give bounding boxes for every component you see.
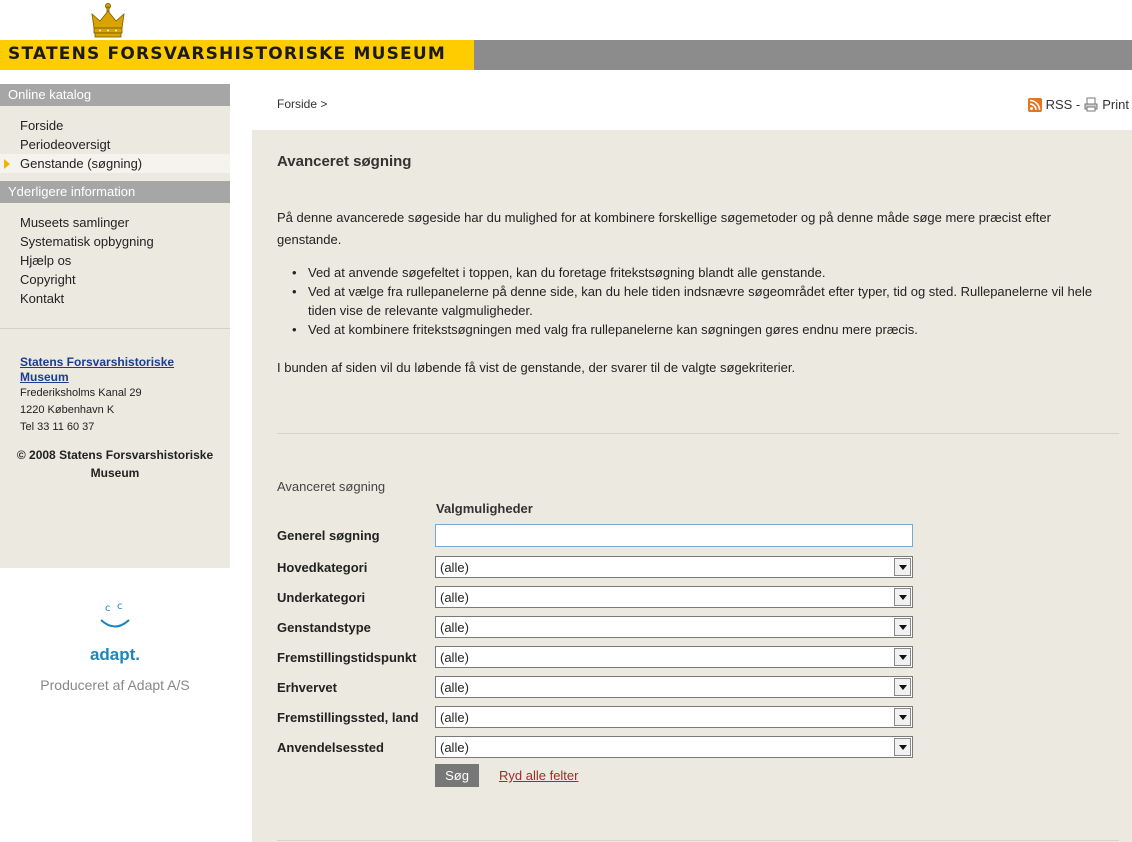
main-content: Avanceret søgning På denne avancerede sø… (252, 130, 1132, 842)
erhvervet-select[interactable]: (alle) (435, 676, 913, 698)
sidebar-item-museets-samlinger[interactable]: Museets samlinger (0, 213, 230, 232)
genstandstype-label: Genstandstype (277, 620, 371, 635)
chevron-down-icon[interactable] (894, 558, 911, 576)
anvendelsessted-select[interactable]: (alle) (435, 736, 913, 758)
select-value: (alle) (440, 680, 469, 695)
underkategori-select[interactable]: (alle) (435, 586, 913, 608)
sidebar: Online katalog Forside Periodeoversigt G… (0, 84, 230, 568)
toolbar: RSS - Print (1027, 97, 1129, 112)
bottom-note: I bunden af siden vil du løbende få vist… (277, 360, 796, 375)
page-title: Avanceret søgning (277, 153, 412, 170)
sidebar-item-genstande[interactable]: Genstande (søgning) (0, 154, 230, 173)
chevron-down-icon[interactable] (894, 648, 911, 666)
help-bullet: Ved at kombinere fritekstsøgningen med v… (292, 320, 1112, 339)
fremstillingssted-label: Fremstillingssted, land (277, 710, 419, 725)
sidebar-section-online-katalog: Online katalog (0, 84, 230, 106)
generel-soegning-label: Generel søgning (277, 528, 380, 543)
intro-text: På denne avancerede søgeside har du muli… (277, 210, 1051, 247)
sidebar-item-systematisk-opbygning[interactable]: Systematisk opbygning (0, 232, 230, 251)
chevron-down-icon[interactable] (894, 708, 911, 726)
section-divider (277, 840, 1119, 841)
header-banner: STATENS FORSVARSHISTORISKE MUSEUM (0, 40, 1132, 70)
fremstillingstidspunkt-select[interactable]: (alle) (435, 646, 913, 668)
sidebar-list-online-katalog: Forside Periodeoversigt Genstande (søgni… (0, 106, 230, 181)
site-title[interactable]: STATENS FORSVARSHISTORISKE MUSEUM (8, 44, 446, 64)
svg-text:c: c (105, 603, 111, 614)
form-row-fremstillingssted: Fremstillingssted, land (alle) (277, 706, 917, 728)
rss-icon[interactable] (1027, 97, 1042, 112)
chevron-down-icon[interactable] (894, 738, 911, 756)
address-city: 1220 København K (20, 404, 115, 416)
select-value: (alle) (440, 710, 469, 725)
header-banner-yellow: STATENS FORSVARSHISTORISKE MUSEUM (0, 40, 474, 70)
sidebar-item-forside[interactable]: Forside (0, 116, 230, 135)
museum-address: Statens Forsvarshistoriske Museum Freder… (0, 329, 230, 436)
form-row-anvendelsessted: Anvendelsessted (alle) (277, 736, 917, 758)
rss-link[interactable]: RSS - (1046, 97, 1081, 112)
help-bullet: Ved at vælge fra rullepanelerne på denne… (292, 282, 1112, 320)
help-bullet-list: Ved at anvende søgefeltet i toppen, kan … (292, 263, 1112, 339)
copyright-notice: © 2008 Statens Forsvarshistoriske Museum (16, 448, 214, 480)
producer-block: c c adapt. Produceret af Adapt A/S (0, 600, 230, 693)
print-icon[interactable] (1084, 97, 1098, 112)
select-value: (alle) (440, 590, 469, 605)
chevron-down-icon[interactable] (894, 678, 911, 696)
select-value: (alle) (440, 740, 469, 755)
select-value: (alle) (440, 650, 469, 665)
fremstillingssted-select[interactable]: (alle) (435, 706, 913, 728)
select-value: (alle) (440, 560, 469, 575)
breadcrumb[interactable]: Forside > (277, 97, 327, 111)
address-street: Frederiksholms Kanal 29 (20, 387, 142, 399)
chevron-down-icon[interactable] (894, 618, 911, 636)
form-row-hovedkategori: Hovedkategori (alle) (277, 556, 917, 578)
form-row-genstandstype: Genstandstype (alle) (277, 616, 917, 638)
select-value: (alle) (440, 620, 469, 635)
crown-logo-icon (91, 3, 125, 38)
anvendelsessted-label: Anvendelsessted (277, 740, 384, 755)
print-link[interactable]: Print (1102, 97, 1129, 112)
adapt-smiley-icon[interactable]: c c (95, 600, 135, 636)
form-row-underkategori: Underkategori (alle) (277, 586, 917, 608)
form-subtitle: Valgmuligheder (436, 501, 533, 516)
sidebar-list-yderligere-information: Museets samlinger Systematisk opbygning … (0, 203, 230, 316)
form-row-fremstillingstidspunkt: Fremstillingstidspunkt (alle) (277, 646, 917, 668)
form-row-generel-soegning: Generel søgning (277, 524, 917, 547)
hovedkategori-label: Hovedkategori (277, 560, 368, 575)
museum-name-link[interactable]: Statens Forsvarshistoriske Museum (20, 355, 210, 385)
sidebar-section-yderligere-information: Yderligere information (0, 181, 230, 203)
sidebar-item-hjaelp-os[interactable]: Hjælp os (0, 251, 230, 270)
genstandstype-select[interactable]: (alle) (435, 616, 913, 638)
hovedkategori-select[interactable]: (alle) (435, 556, 913, 578)
search-button[interactable]: Søg (435, 764, 479, 787)
clear-all-fields-link[interactable]: Ryd alle felter (499, 768, 578, 783)
form-title: Avanceret søgning (277, 479, 386, 494)
address-phone: Tel 33 11 60 37 (20, 421, 95, 433)
form-row-erhvervet: Erhvervet (alle) (277, 676, 917, 698)
svg-text:c: c (117, 601, 123, 612)
adapt-logo[interactable]: adapt. (0, 645, 230, 665)
fremstillingstidspunkt-label: Fremstillingstidspunkt (277, 650, 417, 665)
generel-soegning-input[interactable] (435, 524, 913, 547)
sidebar-item-kontakt[interactable]: Kontakt (0, 289, 230, 308)
erhvervet-label: Erhvervet (277, 680, 337, 695)
section-divider (277, 433, 1119, 434)
chevron-down-icon[interactable] (894, 588, 911, 606)
sidebar-item-periodeoversigt[interactable]: Periodeoversigt (0, 135, 230, 154)
sidebar-item-copyright[interactable]: Copyright (0, 270, 230, 289)
underkategori-label: Underkategori (277, 590, 366, 605)
help-bullet: Ved at anvende søgefeltet i toppen, kan … (292, 263, 1112, 282)
producer-text: Produceret af Adapt A/S (40, 677, 190, 693)
